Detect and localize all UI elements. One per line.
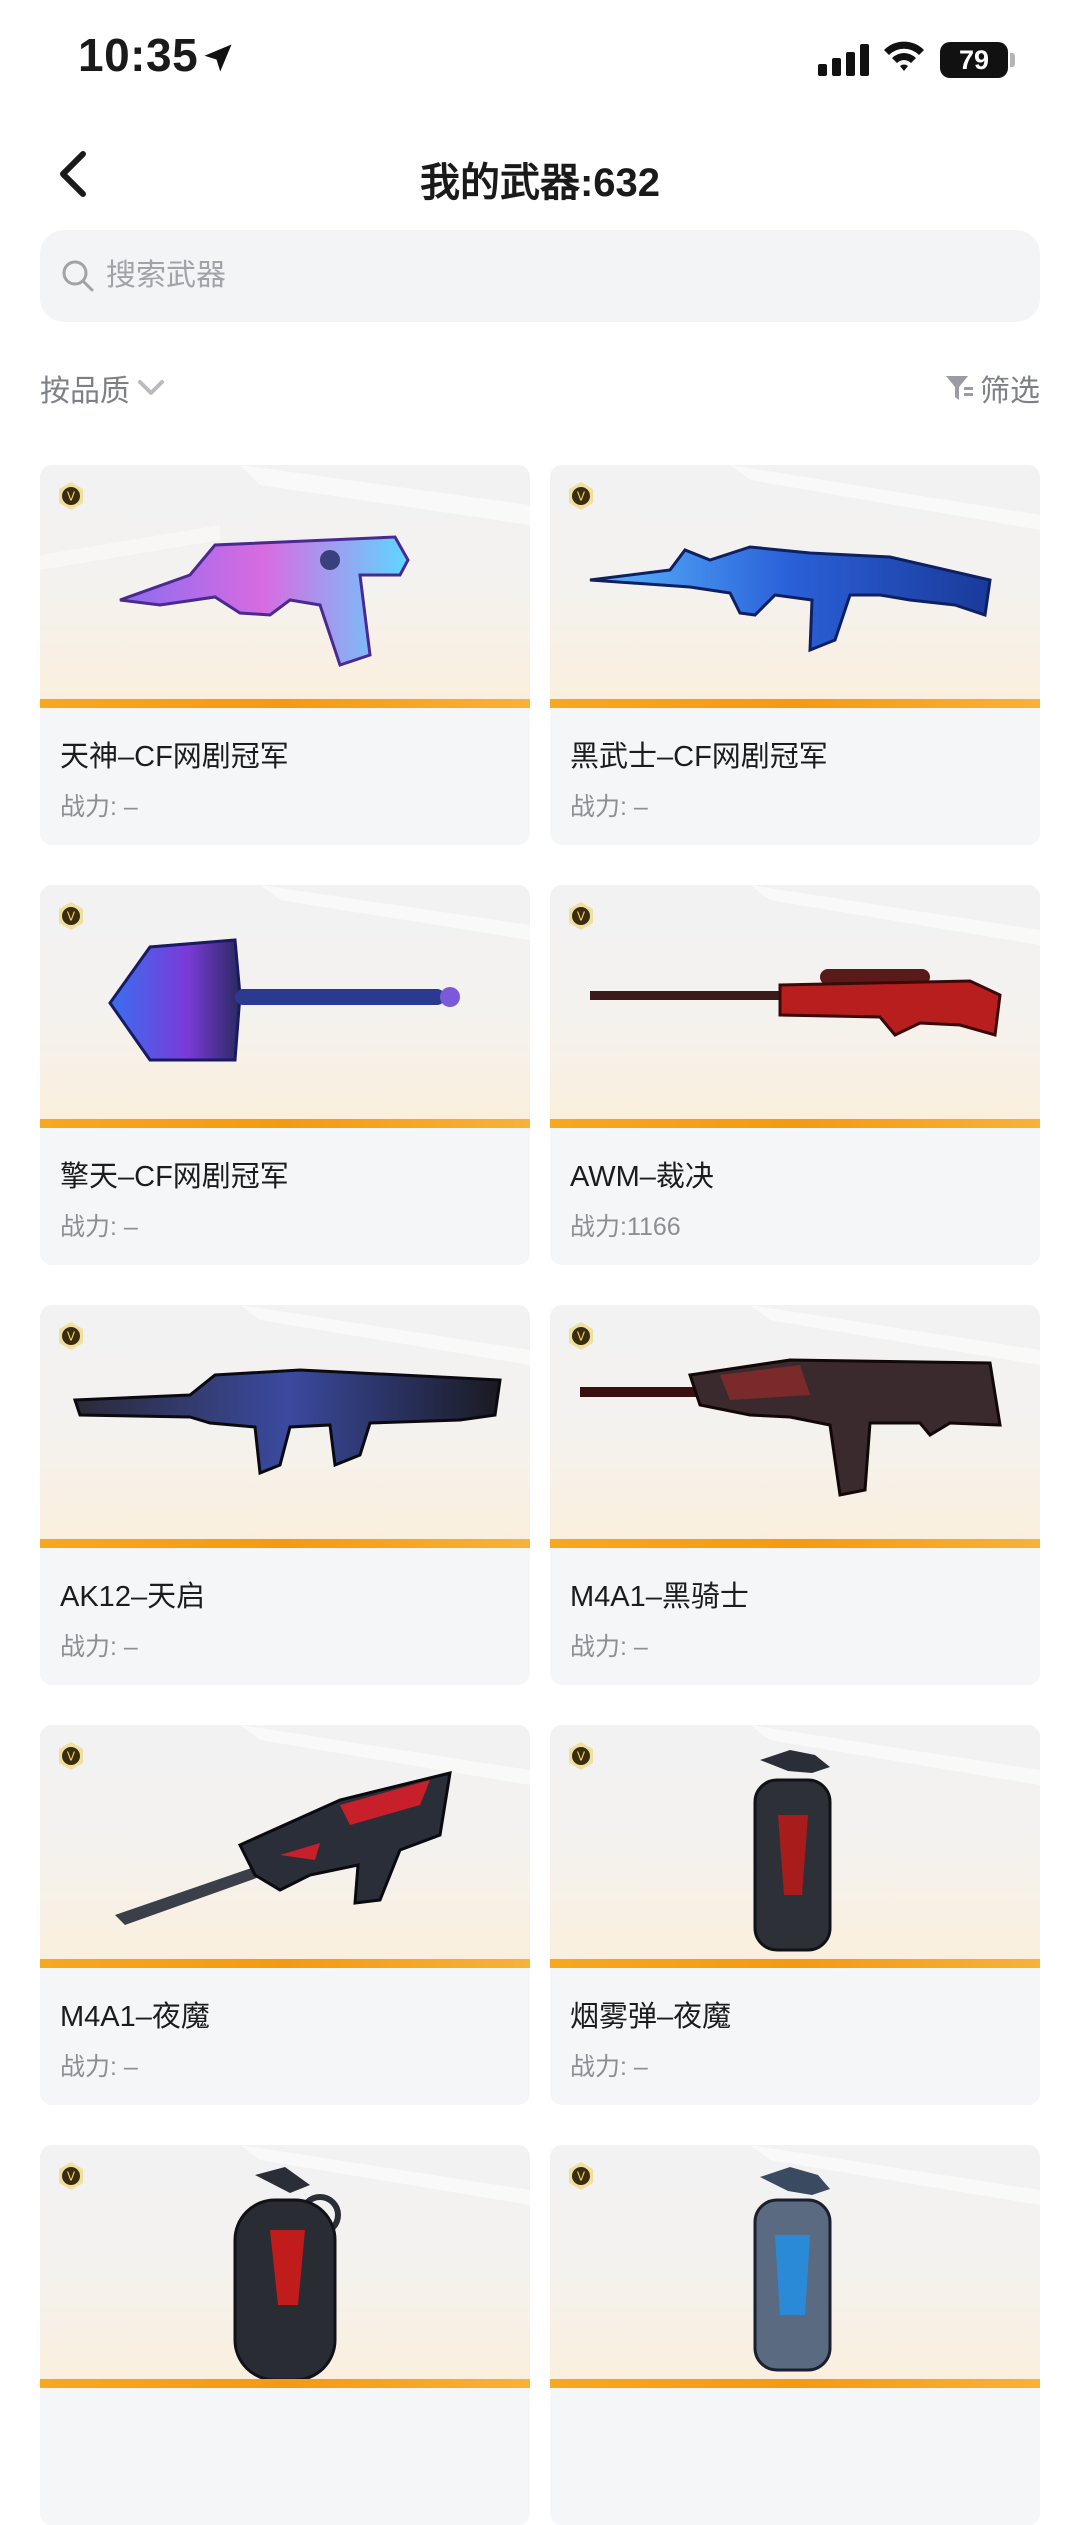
filter-button[interactable]: 筛选 [944,366,1040,410]
weapon-card[interactable]: V AK12–天启 战力: – [40,1305,530,1685]
weapon-image-area: V [550,1725,1040,1968]
vip-badge-icon: V [569,1322,593,1350]
weapon-image-area: V [40,465,530,708]
weapon-power: 战力: – [570,793,648,821]
weapon-grid: V 天神–CF网剧冠军 战力: – V 黑武士–CF网剧冠军 战力: – V 擎… [40,465,1040,2525]
weapon-card[interactable]: V M4A1–夜魔 战力: – [40,1725,530,2105]
svg-text:V: V [67,910,76,924]
svg-text:V: V [67,490,76,504]
quality-bar [550,1119,1040,1128]
vip-badge-icon: V [569,2162,593,2190]
search-input[interactable] [104,258,1040,294]
weapon-card[interactable]: V 烟雾弹–夜魔 战力: – [550,1725,1040,2105]
weapon-name: 烟雾弹–夜魔 [570,2001,732,2033]
weapon-image-area: V [550,1305,1040,1548]
chevron-down-icon [138,380,164,395]
weapon-name: 天神–CF网剧冠军 [60,741,289,773]
axe-blue-icon [108,938,460,1062]
rifle-darkred-icon [580,1358,1002,1497]
pistol-purple-icon [119,535,410,667]
vip-badge-icon: V [569,1742,593,1770]
weapon-card[interactable]: V AWM–裁决 战力:1166 [550,885,1040,1265]
svg-text:V: V [67,2170,76,2184]
weapon-card[interactable]: V 黑武士–CF网剧冠军 战力: – [550,465,1040,845]
weapon-card[interactable]: V M4A1–黑骑士 战力: – [550,1305,1040,1685]
weapon-name: M4A1–夜魔 [60,2001,210,2033]
weapon-image-area: V [550,2145,1040,2388]
quality-bar [40,1539,530,1548]
vip-badge-icon: V [59,902,83,930]
vip-badge-icon: V [569,482,593,510]
grenade-red-icon [233,2167,341,2382]
vip-badge-icon: V [59,1742,83,1770]
weapon-name: M4A1–黑骑士 [570,1581,749,1613]
filter-icon [946,376,973,400]
weapon-name: 黑武士–CF网剧冠军 [570,741,828,773]
quality-bar [40,1119,530,1128]
weapon-image-area: V [40,1305,530,1548]
search-icon [60,258,96,294]
weapon-image-area: V [40,2145,530,2388]
vip-badge-icon: V [59,2162,83,2190]
cellular-signal-icon [818,44,869,76]
weapon-card[interactable]: V [40,2145,530,2525]
weapon-card[interactable]: V 擎天–CF网剧冠军 战力: – [40,885,530,1265]
sort-dropdown[interactable]: 按品质 [40,366,166,410]
svg-text:V: V [577,1330,586,1344]
status-bar: 10:35 79 [0,0,1080,120]
weapon-image-area: V [40,885,530,1128]
weapon-name: AK12–天启 [60,1581,206,1613]
weapon-name: 擎天–CF网剧冠军 [60,1161,289,1193]
vip-badge-icon: V [59,1322,83,1350]
weapon-power: 战力:1166 [570,1213,681,1241]
svg-text:V: V [577,2170,586,2184]
grenade-smoke-icon [753,1750,832,1952]
svg-text:V: V [67,1750,76,1764]
sniper-red-icon [590,969,1002,1037]
weapon-image-area: V [550,465,1040,708]
weapon-power: 战力: – [570,2053,648,2081]
quality-bar [550,2379,1040,2388]
battery-level: 79 [940,42,1008,78]
weapon-card[interactable]: V [550,2145,1040,2525]
weapon-power: 战力: – [60,1213,138,1241]
svg-text:V: V [67,1330,76,1344]
quality-bar [40,1959,530,1968]
weapon-power: 战力: – [60,2053,138,2081]
weapon-power: 战力: – [570,1633,648,1661]
quality-bar [550,699,1040,708]
weapon-image-area: V [40,1725,530,1968]
rifle-dark-icon [72,1368,502,1476]
svg-text:V: V [577,910,586,924]
battery-tip [1010,53,1015,67]
rifle-nightmare-icon [115,1771,452,1925]
filter-label: 筛选 [980,375,1040,408]
sort-label: 按品质 [40,375,130,408]
weapon-name: AWM–裁决 [570,1161,714,1193]
quality-bar [550,1959,1040,1968]
svg-text:V: V [577,1750,586,1764]
vip-badge-icon: V [59,482,83,510]
status-time: 10:35 [78,29,199,81]
rifle-blue-icon [589,545,992,653]
quality-bar [40,699,530,708]
quality-bar [550,1539,1040,1548]
grenade-blue-icon [753,2167,832,2372]
weapon-power: 战力: – [60,793,138,821]
page-title: 我的武器:632 [419,161,661,205]
vip-badge-icon: V [569,902,593,930]
weapon-card[interactable]: V 天神–CF网剧冠军 战力: – [40,465,530,845]
search-box[interactable] [40,230,1040,322]
svg-text:V: V [577,490,586,504]
weapon-image-area: V [550,885,1040,1128]
weapon-power: 战力: – [60,1633,138,1661]
quality-bar [40,2379,530,2388]
wifi-icon [884,41,924,71]
location-arrow-icon [204,44,232,72]
